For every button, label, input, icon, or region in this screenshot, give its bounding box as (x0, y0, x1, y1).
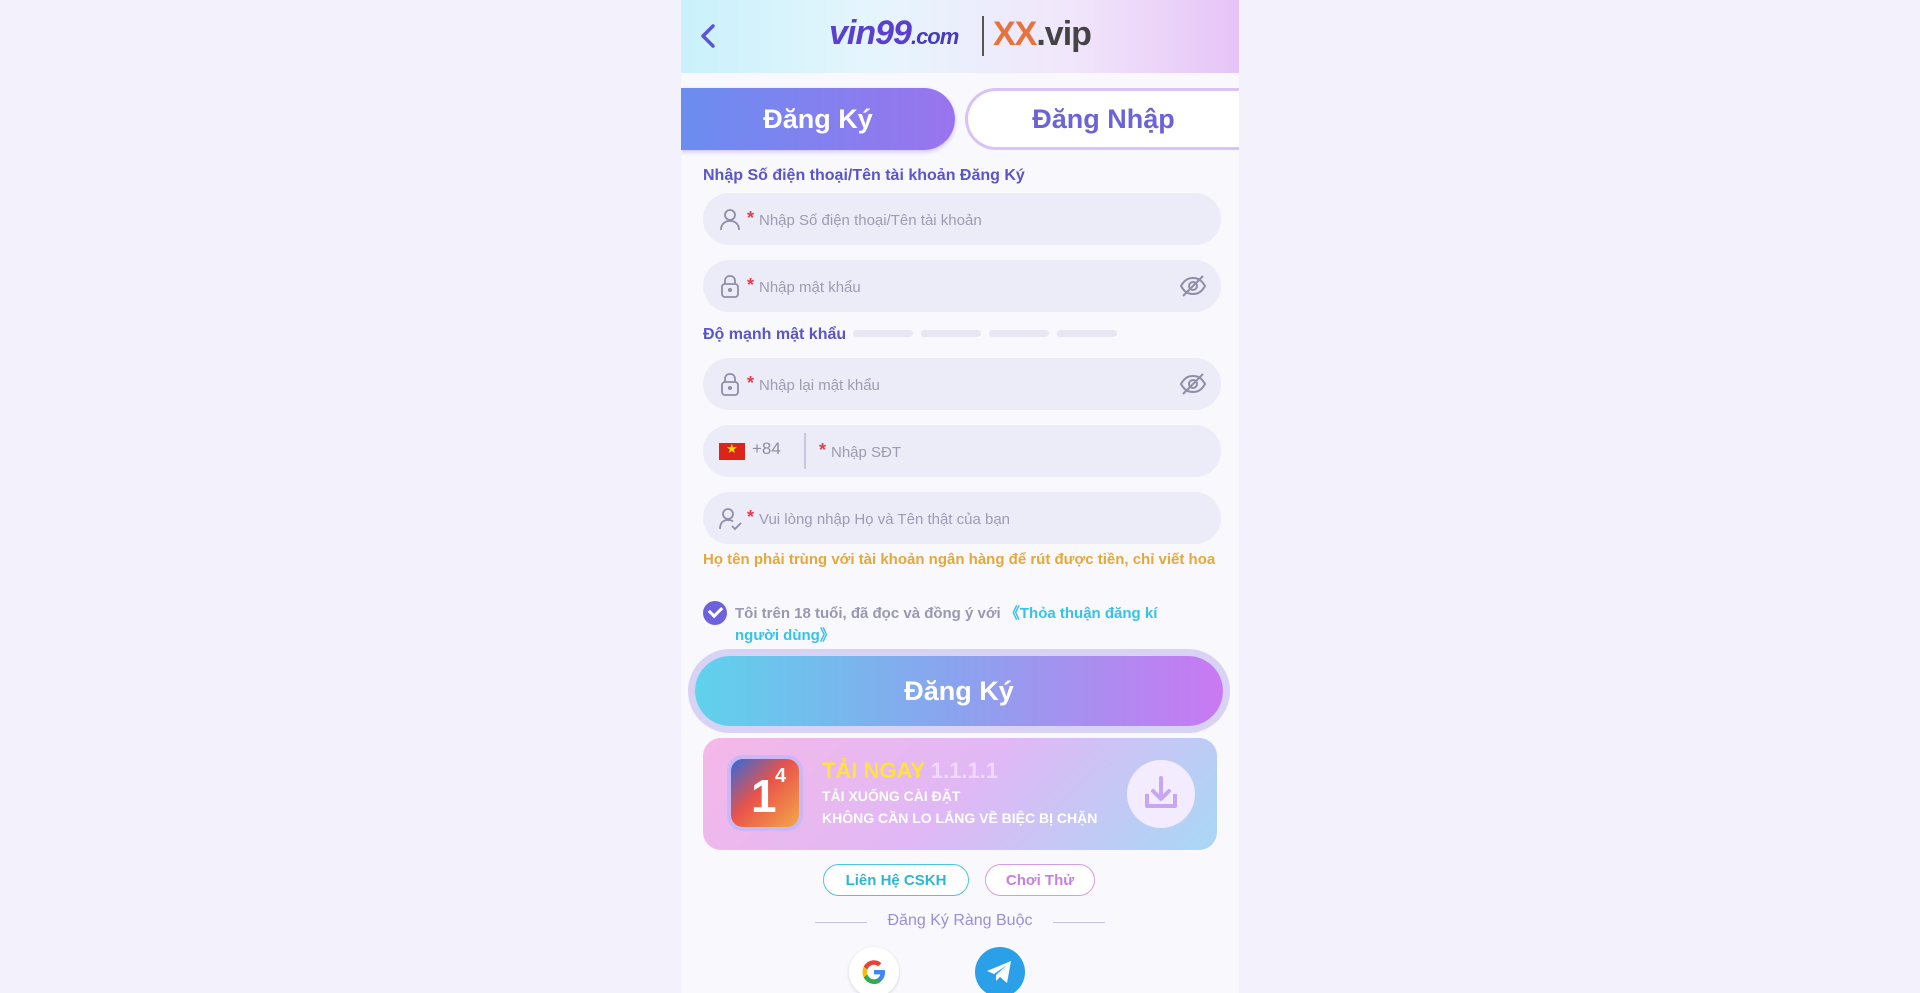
lock-icon (721, 275, 739, 298)
password-strength-meter (853, 330, 1117, 337)
telegram-icon (987, 961, 1011, 983)
download-icon (1145, 776, 1177, 808)
confirm-password-input[interactable] (757, 358, 1161, 412)
chevron-left-icon[interactable] (693, 20, 725, 52)
register-submit-button[interactable]: Đăng Ký (695, 656, 1223, 726)
contact-support-button[interactable]: Liên Hệ CSKH (823, 864, 969, 896)
required-mark: * (819, 440, 827, 460)
fullname-input[interactable] (757, 492, 1161, 546)
banner-subtitle: TẢI XUỐNG CÀI ĐẶT (822, 788, 961, 804)
agree-text: Tôi trên 18 tuổi, đã đọc và đồng ý với 《… (735, 605, 1158, 644)
account-input[interactable] (757, 193, 1161, 247)
required-mark: * (747, 373, 755, 393)
vietnam-flag-icon[interactable] (719, 441, 745, 460)
strength-bar (989, 330, 1049, 337)
download-button[interactable] (1127, 760, 1195, 828)
fullname-hint: Họ tên phải trùng với tài khoản ngân hàn… (703, 551, 1216, 568)
strength-bar (1057, 330, 1117, 337)
agree-checkbox[interactable] (703, 601, 727, 625)
tab-register[interactable]: Đăng Ký (681, 88, 955, 150)
strength-bar (853, 330, 913, 337)
phone-input[interactable] (829, 425, 1193, 479)
password-input[interactable] (757, 260, 1161, 314)
banner-title: TẢI NGAY 1.1.1.1 (822, 758, 999, 783)
vin99-logo: vin99.com (829, 14, 959, 52)
app-1111-icon: 1 4 (727, 755, 803, 831)
user-check-icon (719, 508, 742, 531)
required-mark: * (747, 275, 755, 295)
required-mark: * (747, 507, 755, 527)
divider (1053, 922, 1105, 923)
bind-register-title: Đăng Ký Ràng Buộc (887, 912, 1033, 929)
try-play-button[interactable]: Chơi Thử (985, 864, 1095, 896)
banner-subtitle: KHÔNG CẦN LO LẮNG VỀ BIỆC BỊ CHẶN (822, 810, 1098, 826)
xxvip-logo: XX.vip (993, 15, 1092, 53)
strength-bar (921, 330, 981, 337)
google-login-button[interactable] (849, 947, 899, 993)
logo-divider (982, 16, 984, 56)
password-strength-label: Độ mạnh mật khẩu (703, 326, 847, 343)
phone-field[interactable]: +84 * (703, 425, 1221, 479)
google-icon (862, 960, 885, 984)
fullname-field[interactable]: * (703, 492, 1221, 546)
mobile-frame: vin99.com XX.vip Đăng Ký Đăng Nhập Nhập … (681, 0, 1239, 993)
telegram-login-button[interactable] (975, 947, 1025, 993)
header: vin99.com XX.vip (681, 0, 1239, 73)
password-field[interactable]: * (703, 260, 1221, 314)
account-label: Nhập Số điện thoại/Tên tài khoản Đăng Ký (703, 167, 1025, 184)
download-banner[interactable]: 1 4 TẢI NGAY 1.1.1.1 TẢI XUỐNG CÀI ĐẶT K… (703, 738, 1217, 850)
user-icon (720, 209, 740, 231)
divider (804, 433, 806, 469)
account-field[interactable]: * (703, 193, 1221, 247)
required-mark: * (747, 208, 755, 228)
eye-off-icon[interactable] (1179, 274, 1207, 298)
eye-off-icon[interactable] (1179, 372, 1207, 396)
lock-icon (721, 373, 739, 396)
confirm-password-field[interactable]: * (703, 358, 1221, 412)
country-code[interactable]: +84 (752, 439, 781, 459)
tab-login[interactable]: Đăng Nhập (965, 88, 1239, 150)
